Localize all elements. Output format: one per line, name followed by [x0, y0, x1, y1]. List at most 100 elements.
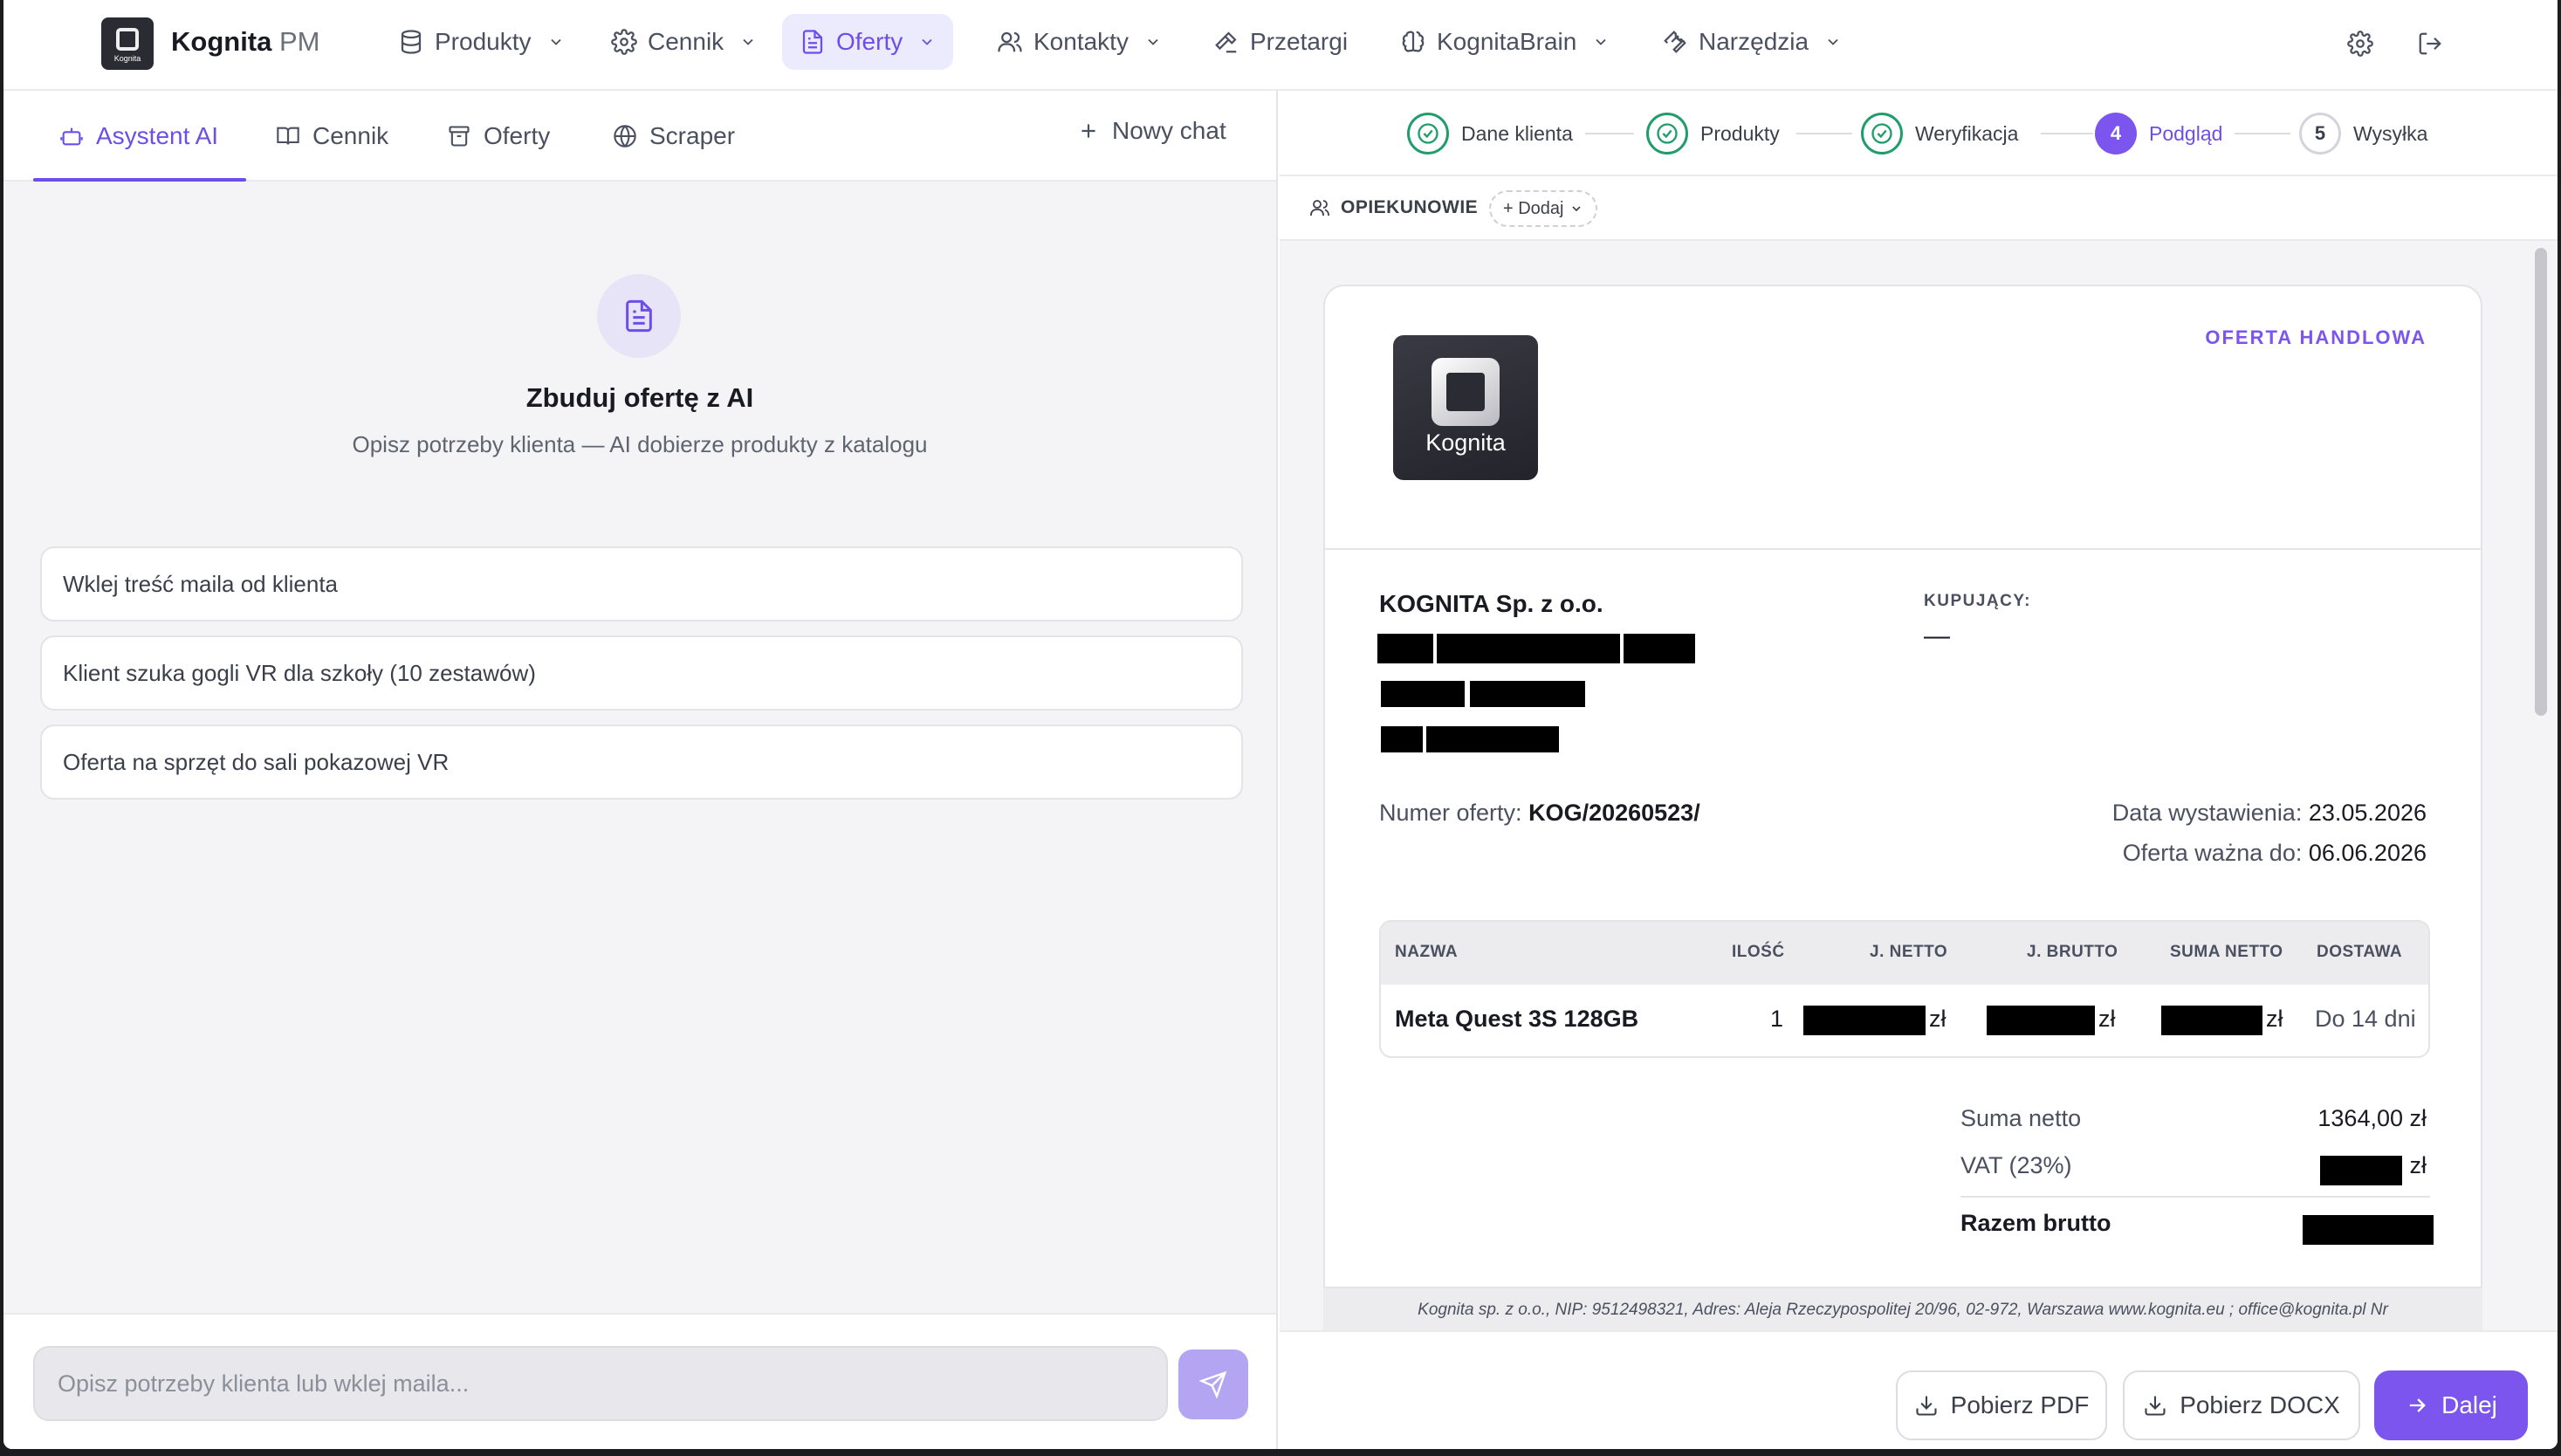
step-weryfikacja[interactable]: Weryfikacja	[1861, 112, 2018, 155]
suggestion-item[interactable]: Oferta na sprzęt do sali pokazowej VR	[40, 725, 1243, 800]
step-number: 5	[2299, 113, 2341, 155]
top-navbar: Kognita Kognita PM Produkty Cennik Ofert…	[3, 0, 2558, 91]
currency: zł	[1929, 1006, 1946, 1032]
settings-button[interactable]	[2341, 24, 2379, 63]
preview-scrollbar[interactable]	[2535, 248, 2547, 716]
tab-oferty[interactable]: Oferty	[447, 91, 550, 182]
check-circle-icon	[1871, 123, 1892, 144]
users-icon	[998, 31, 1022, 52]
step-dane-klienta[interactable]: Dane klienta	[1407, 112, 1573, 155]
globe-icon	[614, 125, 636, 148]
gavel-icon	[1215, 31, 1237, 53]
tab-label: Asystent AI	[96, 122, 219, 149]
tab-scraper[interactable]: Scraper	[613, 91, 735, 182]
add-opiekun-button[interactable]: + Dodaj	[1489, 190, 1597, 227]
logo-mark	[1432, 358, 1500, 426]
add-opiekun-label: + Dodaj	[1503, 198, 1564, 218]
tab-asystent-ai[interactable]: Asystent AI	[32, 91, 247, 182]
column-header: J. NETTO	[1870, 943, 1948, 961]
step-number: 4	[2095, 113, 2137, 155]
redacted-block	[1381, 681, 1465, 707]
chevron-down-icon	[1596, 38, 1606, 45]
app-logo[interactable]: Kognita	[101, 17, 154, 70]
chat-composer	[3, 1313, 1276, 1449]
nav-kontakty[interactable]: Kontakty	[979, 14, 1179, 70]
nav-oferty[interactable]: Oferty	[782, 14, 954, 70]
button-label: Pobierz DOCX	[2180, 1391, 2340, 1418]
suggestion-item[interactable]: Klient szuka gogli VR dla szkoły (10 zes…	[40, 635, 1243, 711]
document-logo-text: Kognita	[1425, 429, 1506, 456]
app-title: Kognita PM	[171, 26, 320, 58]
step-label: Podgląd	[2149, 121, 2223, 145]
gear-icon	[2347, 31, 2373, 57]
chat-input[interactable]	[33, 1346, 1168, 1421]
redacted-block	[1377, 634, 1433, 663]
chevron-down-icon	[743, 38, 753, 45]
opiekunowie-text: OPIEKUNOWIE	[1341, 197, 1479, 217]
step-podglad[interactable]: 4 Podgląd	[2095, 112, 2222, 155]
step-wysylka[interactable]: 5 Wysyłka	[2299, 112, 2427, 155]
wizard-stepper: Dane klienta Produkty Weryfikacja 4 Podg…	[1280, 91, 2558, 176]
opiekunowie-bar: OPIEKUNOWIE + Dodaj	[1280, 176, 2558, 241]
tab-cennik[interactable]: Cennik	[276, 91, 388, 182]
download-docx-button[interactable]: Pobierz DOCX	[2123, 1370, 2360, 1440]
divider	[1960, 1196, 2430, 1198]
offer-number-value: KOG/20260523/	[1528, 800, 1700, 826]
document-icon	[626, 299, 652, 333]
offer-document: Kognita OFERTA HANDLOWA KOGNITA Sp. z o.…	[1323, 285, 2482, 1419]
vat-label: VAT (23%)	[1960, 1152, 2072, 1178]
step-label: Dane klienta	[1461, 121, 1573, 145]
download-pdf-button[interactable]: Pobierz PDF	[1896, 1370, 2107, 1440]
document-icon	[802, 30, 823, 54]
nav-label: KognitaBrain	[1437, 28, 1577, 55]
offer-number: Numer oferty: KOG/20260523/	[1379, 800, 1700, 827]
brand-name: Kognita	[171, 26, 272, 57]
nav-produkty[interactable]: Produkty	[381, 14, 582, 70]
send-button[interactable]	[1178, 1350, 1248, 1419]
app-window: Kognita Kognita PM Produkty Cennik Ofert…	[3, 0, 2558, 1449]
logout-button[interactable]	[2411, 24, 2449, 63]
issue-date-value: 23.05.2026	[2308, 800, 2427, 826]
new-chat-button[interactable]: Nowy chat	[1077, 117, 1226, 145]
suggestion-item[interactable]: Wklej treść maila od klienta	[40, 546, 1243, 622]
wrench-icon	[1664, 31, 1686, 53]
step-produkty[interactable]: Produkty	[1646, 112, 1780, 155]
redacted-block	[1437, 634, 1620, 663]
redacted-block	[1987, 1006, 2095, 1035]
tab-label: Scraper	[649, 122, 736, 149]
nav-label: Cennik	[648, 28, 724, 55]
send-icon	[1199, 1370, 1227, 1398]
archive-icon	[449, 126, 470, 147]
nav-przetargi[interactable]: Przetargi	[1196, 14, 1365, 70]
check-circle-icon	[1657, 123, 1678, 144]
action-bar: Pobierz PDF Pobierz DOCX Dalej	[1280, 1330, 2558, 1449]
left-tabs: Asystent AI Cennik Oferty Scraper Nowy c…	[3, 91, 1276, 182]
hero-document-icon	[597, 274, 681, 358]
nav-narzedzia[interactable]: Narzędzia	[1644, 14, 1859, 70]
next-button[interactable]: Dalej	[2374, 1370, 2528, 1440]
logo-mark	[116, 28, 139, 51]
offer-number-label: Numer oferty:	[1379, 800, 1522, 826]
chevron-down-icon	[922, 38, 932, 45]
logo-text: Kognita	[113, 54, 141, 63]
product-delivery: Do 14 dni	[2315, 1006, 2416, 1032]
download-icon	[1916, 1396, 1937, 1416]
chevron-down-icon	[550, 38, 561, 45]
offer-panel: Dane klienta Produkty Weryfikacja 4 Podg…	[1280, 91, 2558, 1449]
nav-label: Narzędzia	[1699, 28, 1809, 55]
seller-name: KOGNITA Sp. z o.o.	[1379, 590, 1603, 617]
chevron-down-icon	[1148, 38, 1158, 45]
chevron-down-icon	[1571, 206, 1581, 212]
nav-cennik[interactable]: Cennik	[594, 14, 774, 70]
step-connector	[1796, 133, 1852, 134]
step-connector	[2041, 133, 2093, 134]
column-header: SUMA NETTO	[2170, 943, 2283, 961]
step-done-indicator	[1646, 113, 1688, 155]
hero-title: Zbuduj ofertę z AI	[525, 382, 754, 413]
net-total-label: Suma netto	[1960, 1105, 2082, 1131]
step-label: Weryfikacja	[1915, 121, 2019, 145]
valid-until: Oferta ważna do: 06.06.2026	[2123, 840, 2427, 867]
robot-icon	[60, 127, 83, 146]
nav-kognitabrain[interactable]: KognitaBrain	[1383, 14, 1627, 70]
gross-total-label: Razem brutto	[1960, 1210, 2111, 1236]
